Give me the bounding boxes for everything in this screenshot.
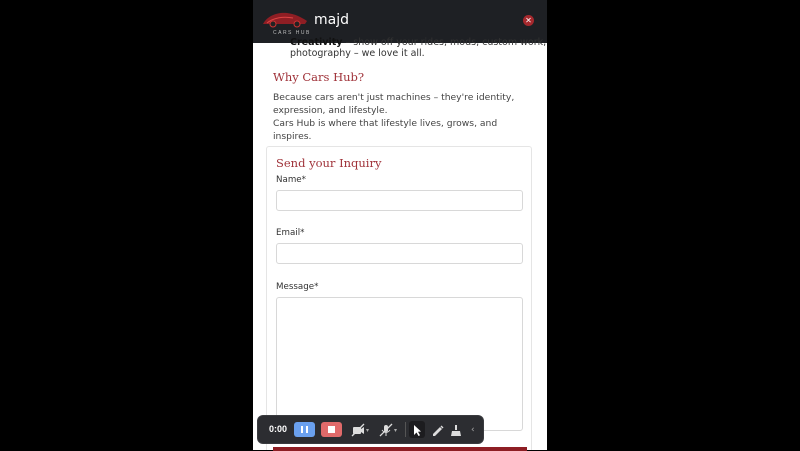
chevron-down-icon[interactable]: ▾ — [394, 427, 397, 434]
email-input[interactable] — [276, 243, 523, 264]
mic-off-icon[interactable] — [379, 423, 393, 437]
collapse-icon[interactable]: ‹ — [471, 425, 475, 435]
recording-timer: 0:00 — [269, 424, 288, 434]
name-label: Name* — [276, 175, 306, 185]
divider — [405, 422, 406, 437]
cars-hub-logo[interactable]: CARS HUB — [259, 6, 311, 36]
form-title: Send your Inquiry — [276, 156, 382, 170]
close-icon[interactable]: ✕ — [523, 15, 534, 26]
stop-icon[interactable] — [321, 422, 342, 437]
section-title: Why Cars Hub? — [273, 70, 365, 84]
feature-item-text-continued: photography – we love it all. — [290, 48, 425, 59]
feature-item-text: Creativity – show off your rides, mods, … — [290, 37, 547, 48]
paragraph: Cars Hub is where that lifestyle lives, … — [273, 118, 498, 142]
camera-off-icon[interactable] — [351, 423, 365, 437]
message-textarea[interactable] — [276, 297, 523, 431]
brand-name: majd — [314, 12, 349, 28]
email-label: Email* — [276, 228, 305, 238]
chevron-down-icon[interactable]: ▾ — [366, 427, 369, 434]
inquiry-form: Send your Inquiry Name* Email* Message* — [266, 146, 532, 450]
pen-icon[interactable] — [430, 423, 444, 437]
name-input[interactable] — [276, 190, 523, 211]
logo-text: CARS HUB — [273, 30, 311, 36]
eraser-icon[interactable] — [449, 423, 463, 437]
pause-icon[interactable] — [294, 422, 315, 437]
recording-toolbar: 0:00 ▾ ▾ ‹ — [258, 416, 483, 443]
message-label: Message* — [276, 282, 319, 292]
paragraph: Because cars aren't just machines – they… — [273, 92, 515, 116]
cursor-icon[interactable] — [410, 423, 424, 437]
submit-button[interactable] — [273, 447, 527, 451]
phone-viewport: CARS HUB majd ✕ Creativity – show off yo… — [253, 0, 547, 450]
